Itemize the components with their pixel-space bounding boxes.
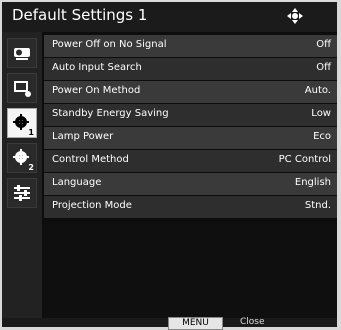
sidebar-item-number: 2 — [28, 163, 34, 172]
menu-row-value: Auto. — [304, 85, 331, 96]
menu-row-label: Projection Mode — [52, 200, 132, 211]
screen-settings-icon — [14, 81, 31, 97]
menu-empty-area — [44, 222, 337, 320]
sidebar-item-display[interactable] — [7, 178, 37, 208]
menu-row-value: Off — [316, 62, 331, 73]
menu-row-value: Eco — [313, 131, 331, 142]
settings-window: Default Settings 1 1 2 Power Off on No S… — [2, 2, 337, 327]
menu-row-label: Auto Input Search — [52, 62, 142, 73]
sidebar-item-default-settings-2[interactable]: 2 — [7, 143, 37, 173]
close-button[interactable]: Close — [240, 317, 265, 327]
menu-row-power-off-no-signal[interactable]: Power Off on No Signal Off — [44, 35, 337, 57]
menu-row-label: Standby Energy Saving — [52, 108, 169, 119]
sidebar-item-screen[interactable] — [7, 73, 37, 103]
window-title: Default Settings 1 — [12, 6, 148, 24]
sliders-icon — [14, 185, 30, 201]
menu-row-label: Power Off on No Signal — [52, 39, 167, 50]
sidebar-item-picture[interactable] — [7, 38, 37, 68]
sidebar-item-number: 1 — [28, 128, 34, 137]
projector-icon — [14, 48, 30, 60]
menu-row-label: Power On Method — [52, 85, 141, 96]
menu-row-power-on-method[interactable]: Power On Method Auto. — [44, 81, 337, 103]
menu-row-control-method[interactable]: Control Method PC Control — [44, 150, 337, 172]
menu-row-value: Stnd. — [304, 200, 331, 211]
menu-row-label: Lamp Power — [52, 131, 114, 142]
menu-row-value: Off — [316, 39, 331, 50]
menu-button[interactable]: MENU — [168, 317, 223, 330]
menu-row-standby-energy-saving[interactable]: Standby Energy Saving Low — [44, 104, 337, 126]
menu-row-language[interactable]: Language English — [44, 173, 337, 195]
menu-row-value: English — [294, 177, 331, 188]
menu-row-projection-mode[interactable]: Projection Mode Stnd. — [44, 196, 337, 218]
menu-row-auto-input-search[interactable]: Auto Input Search Off — [44, 58, 337, 80]
sidebar-item-default-settings-1[interactable]: 1 — [7, 108, 37, 138]
title-bar: Default Settings 1 — [2, 2, 337, 32]
menu-row-lamp-power[interactable]: Lamp Power Eco — [44, 127, 337, 149]
sidebar: 1 2 — [2, 32, 42, 327]
menu-row-value: Low — [311, 108, 331, 119]
menu-row-label: Language — [52, 177, 102, 188]
menu-row-label: Control Method — [52, 154, 129, 165]
menu-row-value: PC Control — [278, 154, 331, 165]
navigation-dpad-icon — [287, 8, 303, 24]
